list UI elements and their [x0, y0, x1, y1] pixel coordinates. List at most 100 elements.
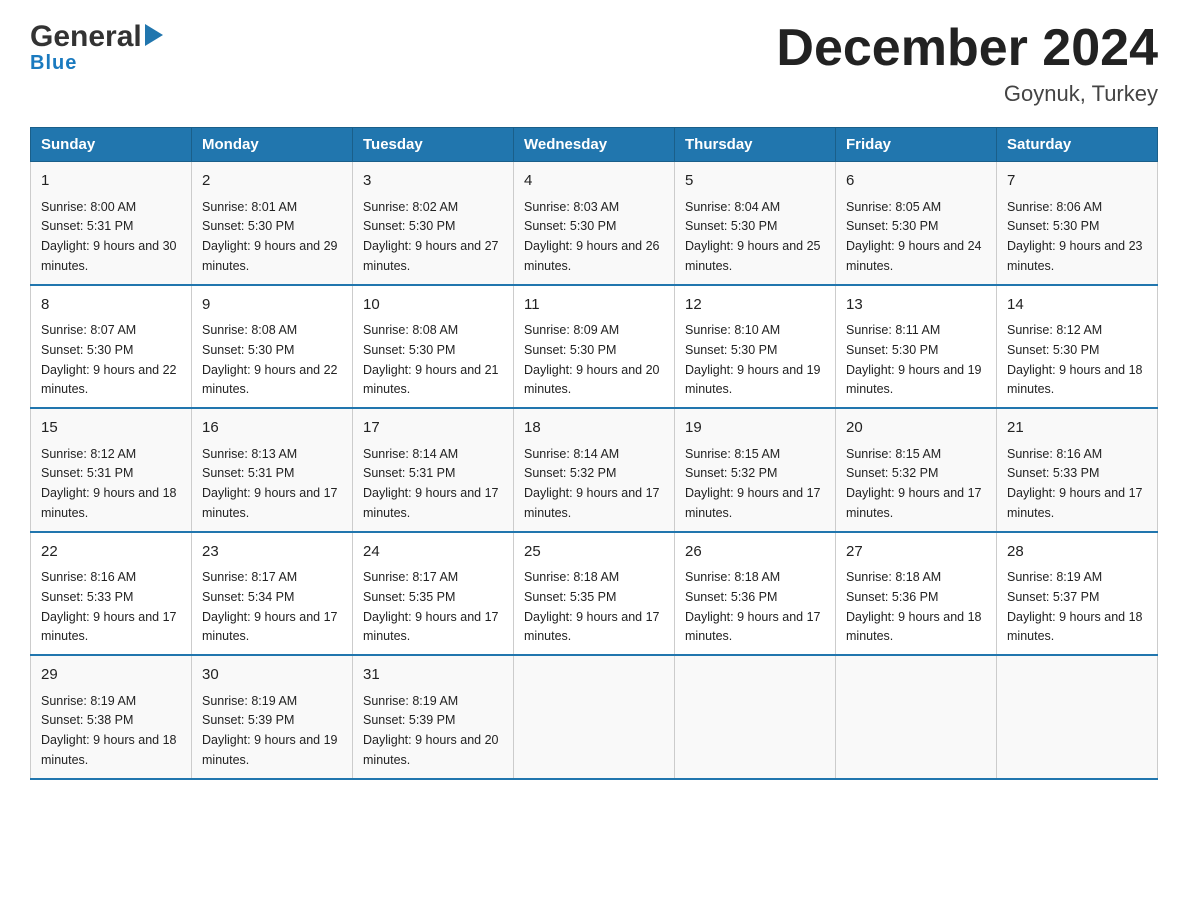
logo-general-text: General [30, 20, 142, 54]
sunset-text: Sunset: 5:37 PM [1007, 590, 1099, 604]
daylight-text: Daylight: 9 hours and 30 minutes. [41, 239, 177, 273]
table-cell: 14 Sunrise: 8:12 AM Sunset: 5:30 PM Dayl… [997, 285, 1158, 409]
table-cell: 25 Sunrise: 8:18 AM Sunset: 5:35 PM Dayl… [514, 532, 675, 656]
header-wednesday: Wednesday [514, 128, 675, 162]
table-cell: 4 Sunrise: 8:03 AM Sunset: 5:30 PM Dayli… [514, 162, 675, 285]
sunset-text: Sunset: 5:30 PM [524, 343, 616, 357]
sunset-text: Sunset: 5:31 PM [202, 466, 294, 480]
daylight-text: Daylight: 9 hours and 17 minutes. [363, 486, 499, 520]
table-cell: 5 Sunrise: 8:04 AM Sunset: 5:30 PM Dayli… [675, 162, 836, 285]
header-sunday: Sunday [31, 128, 192, 162]
daylight-text: Daylight: 9 hours and 18 minutes. [846, 610, 982, 644]
day-number: 26 [685, 541, 825, 564]
sunrise-text: Sunrise: 8:14 AM [363, 447, 458, 461]
sunset-text: Sunset: 5:30 PM [846, 219, 938, 233]
daylight-text: Daylight: 9 hours and 24 minutes. [846, 239, 982, 273]
table-cell: 28 Sunrise: 8:19 AM Sunset: 5:37 PM Dayl… [997, 532, 1158, 656]
sunrise-text: Sunrise: 8:18 AM [524, 570, 619, 584]
day-number: 1 [41, 170, 181, 193]
table-cell: 22 Sunrise: 8:16 AM Sunset: 5:33 PM Dayl… [31, 532, 192, 656]
sunset-text: Sunset: 5:39 PM [363, 713, 455, 727]
table-cell: 6 Sunrise: 8:05 AM Sunset: 5:30 PM Dayli… [836, 162, 997, 285]
table-cell: 11 Sunrise: 8:09 AM Sunset: 5:30 PM Dayl… [514, 285, 675, 409]
page-header: General Blue December 2024 Goynuk, Turke… [30, 20, 1158, 107]
daylight-text: Daylight: 9 hours and 17 minutes. [524, 610, 660, 644]
day-number: 27 [846, 541, 986, 564]
daylight-text: Daylight: 9 hours and 19 minutes. [846, 363, 982, 397]
table-cell: 29 Sunrise: 8:19 AM Sunset: 5:38 PM Dayl… [31, 655, 192, 779]
table-cell: 31 Sunrise: 8:19 AM Sunset: 5:39 PM Dayl… [353, 655, 514, 779]
table-cell: 9 Sunrise: 8:08 AM Sunset: 5:30 PM Dayli… [192, 285, 353, 409]
sunset-text: Sunset: 5:36 PM [685, 590, 777, 604]
sunrise-text: Sunrise: 8:16 AM [41, 570, 136, 584]
daylight-text: Daylight: 9 hours and 17 minutes. [363, 610, 499, 644]
sunrise-text: Sunrise: 8:00 AM [41, 200, 136, 214]
calendar-header-row: Sunday Monday Tuesday Wednesday Thursday… [31, 128, 1158, 162]
sunset-text: Sunset: 5:30 PM [202, 343, 294, 357]
sunrise-text: Sunrise: 8:10 AM [685, 323, 780, 337]
sunset-text: Sunset: 5:35 PM [363, 590, 455, 604]
sunset-text: Sunset: 5:38 PM [41, 713, 133, 727]
day-number: 7 [1007, 170, 1147, 193]
daylight-text: Daylight: 9 hours and 17 minutes. [524, 486, 660, 520]
sunset-text: Sunset: 5:33 PM [41, 590, 133, 604]
sunrise-text: Sunrise: 8:08 AM [202, 323, 297, 337]
day-number: 6 [846, 170, 986, 193]
sunset-text: Sunset: 5:31 PM [41, 219, 133, 233]
sunrise-text: Sunrise: 8:08 AM [363, 323, 458, 337]
table-cell: 18 Sunrise: 8:14 AM Sunset: 5:32 PM Dayl… [514, 408, 675, 532]
table-cell: 10 Sunrise: 8:08 AM Sunset: 5:30 PM Dayl… [353, 285, 514, 409]
sunset-text: Sunset: 5:30 PM [846, 343, 938, 357]
daylight-text: Daylight: 9 hours and 17 minutes. [846, 486, 982, 520]
sunrise-text: Sunrise: 8:09 AM [524, 323, 619, 337]
table-cell: 13 Sunrise: 8:11 AM Sunset: 5:30 PM Dayl… [836, 285, 997, 409]
day-number: 29 [41, 664, 181, 687]
sunrise-text: Sunrise: 8:17 AM [202, 570, 297, 584]
sunset-text: Sunset: 5:30 PM [41, 343, 133, 357]
sunrise-text: Sunrise: 8:13 AM [202, 447, 297, 461]
sunset-text: Sunset: 5:32 PM [524, 466, 616, 480]
sunrise-text: Sunrise: 8:04 AM [685, 200, 780, 214]
day-number: 31 [363, 664, 503, 687]
sunset-text: Sunset: 5:31 PM [363, 466, 455, 480]
calendar-table: Sunday Monday Tuesday Wednesday Thursday… [30, 127, 1158, 780]
header-saturday: Saturday [997, 128, 1158, 162]
calendar-body: 1 Sunrise: 8:00 AM Sunset: 5:31 PM Dayli… [31, 162, 1158, 779]
sunrise-text: Sunrise: 8:16 AM [1007, 447, 1102, 461]
daylight-text: Daylight: 9 hours and 18 minutes. [41, 733, 177, 767]
sunrise-text: Sunrise: 8:19 AM [363, 694, 458, 708]
table-cell: 3 Sunrise: 8:02 AM Sunset: 5:30 PM Dayli… [353, 162, 514, 285]
logo-triangle-icon [145, 24, 163, 51]
table-cell: 16 Sunrise: 8:13 AM Sunset: 5:31 PM Dayl… [192, 408, 353, 532]
table-cell: 12 Sunrise: 8:10 AM Sunset: 5:30 PM Dayl… [675, 285, 836, 409]
daylight-text: Daylight: 9 hours and 17 minutes. [685, 486, 821, 520]
day-number: 12 [685, 294, 825, 317]
daylight-text: Daylight: 9 hours and 18 minutes. [41, 486, 177, 520]
sunset-text: Sunset: 5:30 PM [363, 343, 455, 357]
table-cell: 19 Sunrise: 8:15 AM Sunset: 5:32 PM Dayl… [675, 408, 836, 532]
day-number: 30 [202, 664, 342, 687]
calendar-location: Goynuk, Turkey [776, 81, 1158, 107]
daylight-text: Daylight: 9 hours and 19 minutes. [685, 363, 821, 397]
day-number: 14 [1007, 294, 1147, 317]
day-number: 21 [1007, 417, 1147, 440]
table-cell: 27 Sunrise: 8:18 AM Sunset: 5:36 PM Dayl… [836, 532, 997, 656]
sunset-text: Sunset: 5:34 PM [202, 590, 294, 604]
sunset-text: Sunset: 5:30 PM [202, 219, 294, 233]
daylight-text: Daylight: 9 hours and 27 minutes. [363, 239, 499, 273]
day-number: 20 [846, 417, 986, 440]
day-number: 13 [846, 294, 986, 317]
daylight-text: Daylight: 9 hours and 17 minutes. [202, 486, 338, 520]
table-cell [997, 655, 1158, 779]
daylight-text: Daylight: 9 hours and 25 minutes. [685, 239, 821, 273]
table-cell: 17 Sunrise: 8:14 AM Sunset: 5:31 PM Dayl… [353, 408, 514, 532]
header-friday: Friday [836, 128, 997, 162]
day-number: 15 [41, 417, 181, 440]
sunset-text: Sunset: 5:30 PM [524, 219, 616, 233]
sunset-text: Sunset: 5:32 PM [846, 466, 938, 480]
sunrise-text: Sunrise: 8:18 AM [846, 570, 941, 584]
sunrise-text: Sunrise: 8:17 AM [363, 570, 458, 584]
sunrise-text: Sunrise: 8:02 AM [363, 200, 458, 214]
daylight-text: Daylight: 9 hours and 18 minutes. [1007, 610, 1143, 644]
sunrise-text: Sunrise: 8:05 AM [846, 200, 941, 214]
